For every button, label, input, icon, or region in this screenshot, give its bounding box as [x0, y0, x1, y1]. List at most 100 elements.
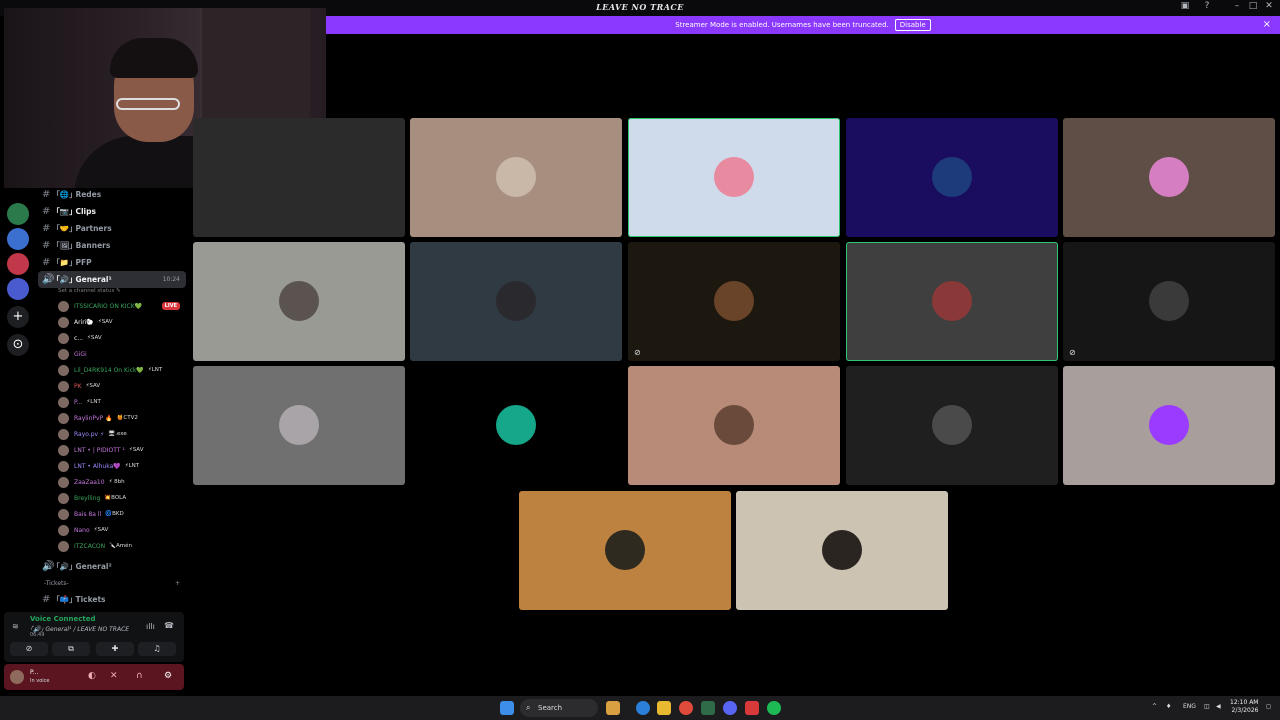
participant-tile[interactable]: [736, 491, 948, 610]
add-channel-icon[interactable]: +: [175, 580, 180, 587]
voice-user[interactable]: Bais 8a ll 🌀BKD: [38, 506, 186, 522]
add-server-icon[interactable]: +: [7, 306, 29, 328]
voice-user[interactable]: PK ⚡SAV: [38, 378, 186, 394]
voice-user[interactable]: Nano ⚡SAV: [38, 522, 186, 538]
maximize-button[interactable]: □: [1246, 1, 1260, 11]
voice-user[interactable]: ITZCACON 🔪Amén: [38, 538, 186, 554]
voice-user[interactable]: Ariri🐑 ⚡SAV: [38, 314, 186, 330]
help-icon[interactable]: ?: [1200, 1, 1214, 11]
disconnect-icon[interactable]: ☎: [164, 621, 174, 630]
avatar: [714, 157, 754, 197]
channel-label: ｢📁｣ PFP: [56, 258, 92, 267]
minimize-button[interactable]: –: [1230, 1, 1244, 11]
voice-user[interactable]: Rayo.pv ⚡ 🖥.exe: [38, 426, 186, 442]
participant-tile[interactable]: [628, 366, 840, 485]
voice-user[interactable]: Breylling 💥BOLA: [38, 490, 186, 506]
screenshare-button[interactable]: ⧉: [52, 642, 90, 656]
app-icon[interactable]: [745, 701, 759, 715]
soundboard-button[interactable]: ♫: [138, 642, 176, 656]
chrome-icon[interactable]: [679, 701, 693, 715]
noise-suppression-icon[interactable]: ıllı: [146, 622, 155, 631]
explore-icon[interactable]: ⊙: [7, 334, 29, 356]
disable-streamer-mode-button[interactable]: Disable: [894, 19, 931, 31]
camera-button[interactable]: ⊘: [10, 642, 48, 656]
network-icon[interactable]: ◫: [1204, 703, 1210, 710]
channel-item[interactable]: # ｢📁｣ PFP: [38, 254, 186, 271]
taskbar-search[interactable]: ⌕ Search: [520, 699, 598, 717]
server-icon[interactable]: [7, 228, 29, 250]
voice-connected-title[interactable]: Voice Connected: [30, 615, 96, 623]
voice-connected-panel: ≋ Voice Connected ｢🔊｣ General¹ / LEAVE N…: [4, 612, 184, 662]
widgets-icon[interactable]: [606, 701, 620, 715]
mic-tray-icon[interactable]: ♦: [1166, 703, 1171, 710]
participant-tile[interactable]: [1063, 118, 1275, 237]
voice-user[interactable]: GiGi: [38, 346, 186, 362]
language-indicator[interactable]: ENG: [1183, 703, 1196, 710]
file-explorer-icon[interactable]: [657, 701, 671, 715]
voice-user-badge: ⚡SAV: [93, 527, 109, 533]
speaker-icon: 🔊: [42, 561, 55, 572]
participant-tile[interactable]: [519, 491, 731, 610]
participant-tile[interactable]: [846, 366, 1058, 485]
avatar: [58, 508, 69, 520]
server-icon[interactable]: [7, 278, 29, 300]
channel-item[interactable]: # ｢🤝｣ Partners: [38, 220, 186, 237]
settings-gear-icon[interactable]: ⚙: [164, 671, 172, 681]
participant-tile[interactable]: [846, 118, 1058, 237]
voice-user[interactable]: RaylinPvP 🔥 🍯CTV2: [38, 410, 186, 426]
participant-tile[interactable]: ⊘: [1063, 242, 1275, 361]
participant-tile[interactable]: [410, 366, 622, 485]
channel-status[interactable]: Set a channel status ✎: [38, 288, 186, 298]
volume-icon[interactable]: ◀: [1216, 703, 1221, 710]
avatar[interactable]: [10, 670, 24, 684]
participant-tile[interactable]: ⊘: [628, 242, 840, 361]
voice-user[interactable]: Lil_D4RK914 On Kick💚 ⚡LNT: [38, 362, 186, 378]
hash-icon: #: [42, 189, 51, 200]
avatar: [58, 396, 69, 408]
spotify-icon[interactable]: [767, 701, 781, 715]
voice-user[interactable]: LNT • | PIDIOTT ¹ ⚡SAV: [38, 442, 186, 458]
voice-user[interactable]: c... ⚡SAV: [38, 330, 186, 346]
avatar: [605, 530, 645, 570]
voice-user[interactable]: ZaaZaa10 ⚡ 8bh: [38, 474, 186, 490]
participant-tile[interactable]: [628, 118, 840, 237]
activity-button[interactable]: ✚: [96, 642, 134, 656]
channel-tickets[interactable]: # ｢📫｣ Tickets: [38, 591, 186, 608]
participant-tile[interactable]: [193, 366, 405, 485]
voice-connected-channel[interactable]: ｢🔊｣ General¹ / LEAVE NO TRACE: [30, 624, 129, 633]
participant-tile[interactable]: [193, 118, 405, 237]
voice-channel-general-1[interactable]: 🔊 ｢🔊｣ General¹ 10:24: [38, 271, 186, 288]
mic-muted-icon[interactable]: ✕: [110, 671, 118, 681]
terminal-icon[interactable]: [701, 701, 715, 715]
voice-user-badge: 🖥.exe: [108, 431, 127, 437]
participant-tile[interactable]: [193, 242, 405, 361]
discord-taskbar-icon[interactable]: [723, 701, 737, 715]
headphones-icon[interactable]: ∩: [136, 671, 143, 681]
inbox-icon[interactable]: ▣: [1178, 1, 1192, 11]
edge-browser-icon[interactable]: [636, 701, 650, 715]
close-banner-icon[interactable]: ×: [1263, 19, 1271, 30]
voice-user-badge: 🍯CTV2: [116, 415, 138, 421]
participant-tile[interactable]: [1063, 366, 1275, 485]
voice-channel-general-2[interactable]: 🔊 ｢🔊｣ General²: [38, 558, 186, 575]
channel-item[interactable]: # ｢🖼｣ Banners: [38, 237, 186, 254]
category-tickets[interactable]: -Tickets- +: [38, 575, 186, 591]
game-icon[interactable]: ◐: [88, 671, 96, 681]
tray-chevron-icon[interactable]: ^: [1152, 703, 1157, 710]
close-window-button[interactable]: ✕: [1262, 1, 1276, 11]
signal-icon[interactable]: ≋: [12, 622, 19, 631]
start-menu-icon[interactable]: [500, 701, 514, 715]
voice-user[interactable]: ITSSICARIO ON KICK💚 LIVE: [38, 298, 186, 314]
notifications-icon[interactable]: ◻: [1266, 703, 1271, 710]
voice-user[interactable]: LNT • Alhuka💜 ⚡LNT: [38, 458, 186, 474]
participant-tile[interactable]: [846, 242, 1058, 361]
channel-item[interactable]: # ｢🌐｣ Redes: [38, 186, 186, 203]
channel-sidebar: # ｢🌐｣ Redes # ｢📷｣ Clips # ｢🤝｣ Partners # ｢🖼｣ Ba…: [38, 186, 186, 611]
participant-tile[interactable]: [410, 242, 622, 361]
channel-item[interactable]: # ｢📷｣ Clips: [38, 203, 186, 220]
server-icon[interactable]: [7, 253, 29, 275]
participant-tile[interactable]: [410, 118, 622, 237]
server-icon[interactable]: [7, 203, 29, 225]
voice-user[interactable]: P... ⚡LNT: [38, 394, 186, 410]
taskbar-clock[interactable]: 12:10 AM 2/3/2026: [1230, 699, 1258, 715]
